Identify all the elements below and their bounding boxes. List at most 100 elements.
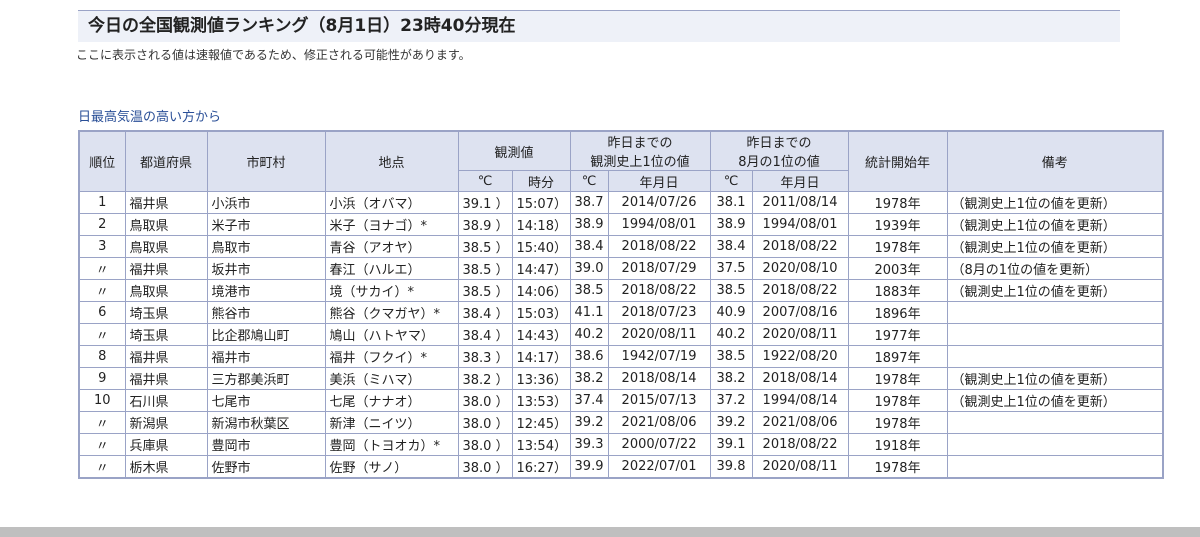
header-remarks: 備考 [946,130,1164,192]
table-row: 3 鳥取県 鳥取市 青谷（アオヤ） 38.5 ） 15:40） 38.4 2018/08/22… [78,235,1164,258]
header-record-aug: 昨日までの 8月の1位の値 [709,130,849,171]
start-year-cell: 1978年 [847,389,948,412]
aug-temp-cell: 38.2 [709,367,753,390]
prefecture-cell: 新潟県 [124,411,208,434]
table-row: 〃鳥取県 境港市 境（サカイ）* 38.5 ） 14:06） 38.5 2018/08/22… [78,279,1164,302]
municipality-cell: 福井市 [206,345,326,368]
municipality-cell: 三方郡美浜町 [206,367,326,390]
municipality-cell: 新潟市秋葉区 [206,411,326,434]
station-cell: 七尾（ナナオ） [324,389,459,412]
rank-cell: 〃 [78,411,126,434]
header-record-aug-line2: 8月の1位の値 [738,155,820,170]
record-temp-cell: 39.9 [569,455,609,479]
start-year-cell: 1883年 [847,279,948,302]
record-date-cell: 2000/07/22 [607,433,711,456]
rank-cell: 1 [78,191,126,214]
time-cell: 15:07） [511,191,571,214]
record-date-cell: 2018/08/14 [607,367,711,390]
table-row: 〃栃木県 佐野市 佐野（サノ） 38.0 ） 16:27） 39.9 2022/07/01 3… [78,455,1164,479]
header-rank: 順位 [78,130,126,192]
record-date-cell: 2018/08/22 [607,279,711,302]
municipality-cell: 豊岡市 [206,433,326,456]
remark-cell: （8月の1位の値を更新） [946,257,1164,280]
header-start-year: 統計開始年 [847,130,948,192]
header-record-aug-line1: 昨日までの [746,136,812,151]
temp-cell: 39.1 ） [457,191,513,214]
record-temp-cell: 40.2 [569,323,609,346]
station-cell: 豊岡（トヨオカ）* [324,433,459,456]
start-year-cell: 1978年 [847,191,948,214]
prefecture-cell: 石川県 [124,389,208,412]
aug-date-cell: 2018/08/22 [751,279,849,302]
page-title-bar: 今日の全国観測値ランキング（8月1日）23時40分現在 [78,10,1120,42]
temp-cell: 38.2 ） [457,367,513,390]
rank-cell: 〃 [78,323,126,346]
start-year-cell: 2003年 [847,257,948,280]
municipality-cell: 比企郡鳩山町 [206,323,326,346]
temp-cell: 38.3 ） [457,345,513,368]
aug-temp-cell: 38.5 [709,279,753,302]
table-row: 10 石川県 七尾市 七尾（ナナオ） 38.0 ） 13:53） 37.4 2015/07/1… [78,389,1164,412]
aug-temp-cell: 40.9 [709,301,753,324]
table-row: 〃福井県 坂井市 春江（ハルエ） 38.5 ） 14:47） 39.0 2018/07/29… [78,257,1164,280]
header-record-celsius: ℃ [569,170,609,192]
station-cell: 佐野（サノ） [324,455,459,479]
prefecture-cell: 福井県 [124,367,208,390]
table-row: 〃兵庫県 豊岡市 豊岡（トヨオカ）* 38.0 ） 13:54） 39.3 2000/07/… [78,433,1164,456]
prefecture-cell: 埼玉県 [124,301,208,324]
rank-cell: 〃 [78,455,126,479]
table-row: 1 福井県 小浜市 小浜（オバマ） 39.1 ） 15:07） 38.7 2014/07/26… [78,191,1164,214]
station-cell: 春江（ハルエ） [324,257,459,280]
section-title: 日最高気温の高い方から [78,110,222,125]
temp-cell: 38.5 ） [457,279,513,302]
record-temp-cell: 39.0 [569,257,609,280]
aug-date-cell: 2021/08/06 [751,411,849,434]
remark-cell: （観測史上1位の値を更新） [946,367,1164,390]
prefecture-cell: 鳥取県 [124,235,208,258]
aug-date-cell: 1994/08/14 [751,389,849,412]
rank-cell: 8 [78,345,126,368]
disclaimer-note: ここに表示される値は速報値であるため、修正される可能性があります。 [76,48,471,62]
prefecture-cell: 福井県 [124,345,208,368]
prefecture-cell: 鳥取県 [124,213,208,236]
prefecture-cell: 兵庫県 [124,433,208,456]
ranking-table-body: 1 福井県 小浜市 小浜（オバマ） 39.1 ） 15:07） 38.7 2014/07/26… [78,191,1164,479]
record-temp-cell: 38.4 [569,235,609,258]
aug-date-cell: 1994/08/01 [751,213,849,236]
aug-temp-cell: 37.5 [709,257,753,280]
record-temp-cell: 39.2 [569,411,609,434]
record-date-cell: 2018/07/29 [607,257,711,280]
record-temp-cell: 38.2 [569,367,609,390]
page-title: 今日の全国観測値ランキング（8月1日）23時40分現在 [88,16,516,36]
aug-temp-cell: 38.1 [709,191,753,214]
prefecture-cell: 鳥取県 [124,279,208,302]
station-cell: 米子（ヨナゴ）* [324,213,459,236]
start-year-cell: 1978年 [847,411,948,434]
header-celsius: ℃ [457,170,513,192]
station-cell: 小浜（オバマ） [324,191,459,214]
time-cell: 14:43） [511,323,571,346]
table-row: 〃埼玉県 比企郡鳩山町 鳩山（ハトヤマ） 38.4 ） 14:43） 40.2 2020/0… [78,323,1164,346]
rank-cell: 10 [78,389,126,412]
aug-temp-cell: 39.8 [709,455,753,479]
station-cell: 鳩山（ハトヤマ） [324,323,459,346]
time-cell: 16:27） [511,455,571,479]
table-row: 2 鳥取県 米子市 米子（ヨナゴ）* 38.9 ） 14:18） 38.9 1994/08/0… [78,213,1164,236]
start-year-cell: 1939年 [847,213,948,236]
temp-cell: 38.9 ） [457,213,513,236]
record-date-cell: 2018/08/22 [607,235,711,258]
municipality-cell: 熊谷市 [206,301,326,324]
header-prefecture: 都道府県 [124,130,208,192]
time-cell: 13:54） [511,433,571,456]
time-cell: 14:18） [511,213,571,236]
start-year-cell: 1978年 [847,367,948,390]
table-row: 6 埼玉県 熊谷市 熊谷（クマガヤ）* 38.4 ） 15:03） 41.1 2018/07/… [78,301,1164,324]
rank-cell: 6 [78,301,126,324]
remark-cell: （観測史上1位の値を更新） [946,389,1164,412]
aug-temp-cell: 39.1 [709,433,753,456]
municipality-cell: 米子市 [206,213,326,236]
prefecture-cell: 福井県 [124,191,208,214]
remark-cell: （観測史上1位の値を更新） [946,279,1164,302]
aug-date-cell: 2020/08/11 [751,455,849,479]
time-cell: 15:03） [511,301,571,324]
